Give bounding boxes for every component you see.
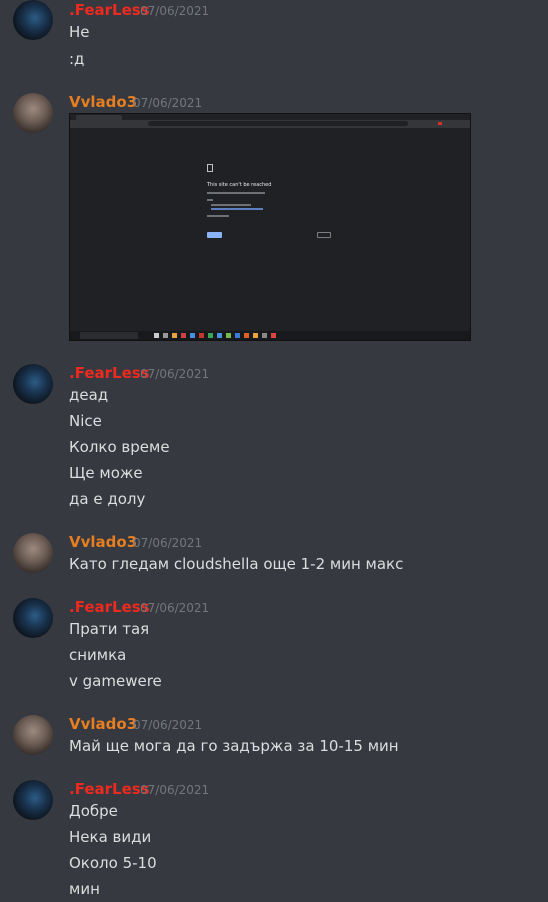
screenshot-attachment[interactable]: This site can't be reached	[69, 113, 471, 341]
username[interactable]: Vvlado3	[69, 93, 137, 111]
avatar[interactable]	[13, 93, 53, 133]
timestamp: 07/06/2021	[140, 601, 210, 615]
timestamp: 07/06/2021	[133, 718, 203, 732]
message-text: Като гледам cloudshella още 1-2 мин макс	[69, 555, 404, 573]
message-text: Nice	[69, 412, 102, 430]
message-text: Не	[69, 23, 90, 41]
windows-taskbar	[70, 331, 470, 340]
username[interactable]: Vvlado3	[69, 715, 137, 733]
message-text: деад	[69, 386, 109, 404]
timestamp: 07/06/2021	[140, 4, 210, 18]
message-text: да е долу	[69, 490, 146, 508]
sad-document-icon	[207, 164, 213, 172]
avatar[interactable]	[13, 364, 53, 404]
timestamp: 07/06/2021	[133, 96, 203, 110]
message-text: v gamewere	[69, 672, 162, 690]
message-text: Прати тая	[69, 620, 150, 638]
timestamp: 07/06/2021	[140, 367, 210, 381]
message-text: мин	[69, 880, 100, 898]
message-text: Около 5-10	[69, 854, 157, 872]
message-text: Добре	[69, 802, 118, 820]
avatar[interactable]	[13, 715, 53, 755]
message-text: снимка	[69, 646, 127, 664]
timestamp: 07/06/2021	[133, 536, 203, 550]
message-text: Ще може	[69, 464, 143, 482]
avatar[interactable]	[13, 0, 53, 40]
details-button	[317, 232, 331, 238]
browser-url-field	[148, 121, 408, 126]
message-text: Нека види	[69, 828, 152, 846]
message-text: Колко време	[69, 438, 170, 456]
username[interactable]: .FearLess	[69, 1, 150, 19]
avatar[interactable]	[13, 780, 53, 820]
timestamp: 07/06/2021	[140, 783, 210, 797]
avatar[interactable]	[13, 598, 53, 638]
username[interactable]: .FearLess	[69, 598, 150, 616]
username[interactable]: .FearLess	[69, 364, 150, 382]
reload-button	[207, 232, 222, 238]
browser-extension-icon	[438, 122, 442, 125]
error-title: This site can't be reached	[207, 182, 272, 188]
message-text: Май ще мога да го задържа за 10-15 мин	[69, 737, 399, 755]
username[interactable]: .FearLess	[69, 780, 150, 798]
username[interactable]: Vvlado3	[69, 533, 137, 551]
message-text: :д	[69, 50, 85, 68]
avatar[interactable]	[13, 533, 53, 573]
